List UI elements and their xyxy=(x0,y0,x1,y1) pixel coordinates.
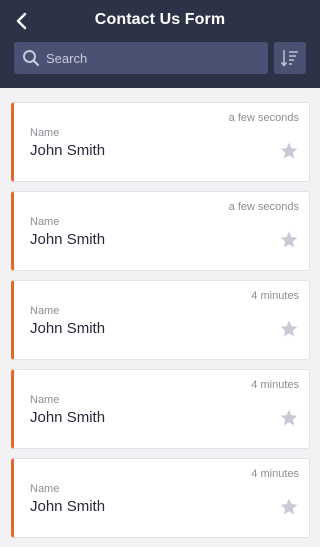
record-time: 4 minutes xyxy=(251,379,299,391)
field-value: John Smith xyxy=(30,409,106,426)
star-icon[interactable] xyxy=(279,319,299,339)
search-bar[interactable] xyxy=(14,42,268,74)
field-label: Name xyxy=(30,216,60,228)
record-time: 4 minutes xyxy=(251,290,299,302)
record-time: a few seconds xyxy=(228,201,299,213)
record-card[interactable]: 4 minutes Name John Smith xyxy=(11,369,310,449)
record-card[interactable]: 4 minutes Name John Smith xyxy=(11,458,310,538)
field-value: John Smith xyxy=(30,231,106,248)
star-icon[interactable] xyxy=(279,230,299,250)
field-label: Name xyxy=(30,305,60,317)
page-title: Contact Us Form xyxy=(94,11,226,28)
record-card[interactable]: a few seconds Name John Smith xyxy=(11,102,310,182)
field-value: John Smith xyxy=(30,498,106,515)
search-icon xyxy=(23,50,40,67)
record-card[interactable]: 4 minutes Name John Smith xyxy=(11,280,310,360)
sort-button[interactable] xyxy=(274,42,306,74)
app-header: Contact Us Form xyxy=(0,0,320,88)
record-card[interactable]: a few seconds Name John Smith xyxy=(11,191,310,271)
field-value: John Smith xyxy=(30,320,106,337)
field-label: Name xyxy=(30,127,60,139)
sort-list-icon xyxy=(280,50,298,67)
record-time: a few seconds xyxy=(228,112,299,124)
field-label: Name xyxy=(30,394,60,406)
search-input[interactable] xyxy=(46,42,256,74)
star-icon[interactable] xyxy=(279,141,299,161)
star-icon[interactable] xyxy=(279,408,299,428)
field-value: John Smith xyxy=(30,142,106,159)
field-label: Name xyxy=(30,483,60,495)
record-time: 4 minutes xyxy=(251,468,299,480)
record-list: a few seconds Name John Smith a few seco… xyxy=(11,102,310,547)
star-icon[interactable] xyxy=(279,497,299,517)
